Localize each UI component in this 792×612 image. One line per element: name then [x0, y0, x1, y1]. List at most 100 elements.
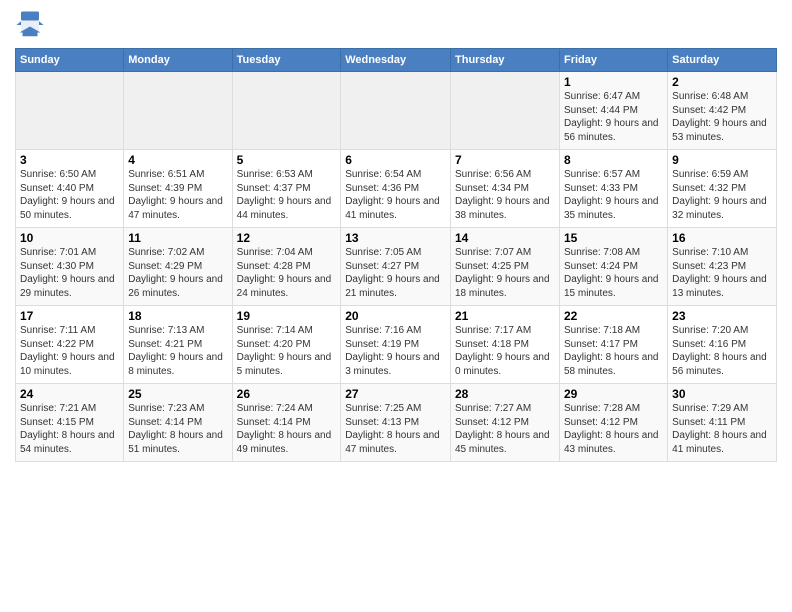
day-info: Sunrise: 7:13 AM Sunset: 4:21 PM Dayligh…: [128, 324, 227, 378]
page-container: SundayMondayTuesdayWednesdayThursdayFrid…: [0, 0, 792, 467]
calendar-cell: [16, 72, 124, 150]
week-row: 1Sunrise: 6:47 AM Sunset: 4:44 PM Daylig…: [16, 72, 777, 150]
header: [15, 10, 777, 40]
calendar-cell: 21Sunrise: 7:17 AM Sunset: 4:18 PM Dayli…: [451, 306, 560, 384]
day-info: Sunrise: 7:16 AM Sunset: 4:19 PM Dayligh…: [345, 324, 446, 378]
day-number: 2: [672, 75, 772, 89]
day-info: Sunrise: 6:54 AM Sunset: 4:36 PM Dayligh…: [345, 168, 446, 222]
header-row: SundayMondayTuesdayWednesdayThursdayFrid…: [16, 49, 777, 72]
day-info: Sunrise: 6:50 AM Sunset: 4:40 PM Dayligh…: [20, 168, 119, 222]
day-info: Sunrise: 6:47 AM Sunset: 4:44 PM Dayligh…: [564, 90, 663, 144]
day-number: 28: [455, 387, 555, 401]
day-number: 19: [237, 309, 337, 323]
day-info: Sunrise: 7:25 AM Sunset: 4:13 PM Dayligh…: [345, 402, 446, 456]
day-info: Sunrise: 7:04 AM Sunset: 4:28 PM Dayligh…: [237, 246, 337, 300]
calendar-cell: 12Sunrise: 7:04 AM Sunset: 4:28 PM Dayli…: [232, 228, 341, 306]
day-info: Sunrise: 7:08 AM Sunset: 4:24 PM Dayligh…: [564, 246, 663, 300]
day-number: 17: [20, 309, 119, 323]
header-day-thursday: Thursday: [451, 49, 560, 72]
calendar-cell: 10Sunrise: 7:01 AM Sunset: 4:30 PM Dayli…: [16, 228, 124, 306]
calendar-cell: 6Sunrise: 6:54 AM Sunset: 4:36 PM Daylig…: [341, 150, 451, 228]
calendar-cell: 28Sunrise: 7:27 AM Sunset: 4:12 PM Dayli…: [451, 384, 560, 462]
calendar-cell: 20Sunrise: 7:16 AM Sunset: 4:19 PM Dayli…: [341, 306, 451, 384]
day-info: Sunrise: 6:48 AM Sunset: 4:42 PM Dayligh…: [672, 90, 772, 144]
week-row: 10Sunrise: 7:01 AM Sunset: 4:30 PM Dayli…: [16, 228, 777, 306]
header-day-sunday: Sunday: [16, 49, 124, 72]
day-info: Sunrise: 7:01 AM Sunset: 4:30 PM Dayligh…: [20, 246, 119, 300]
calendar-cell: 3Sunrise: 6:50 AM Sunset: 4:40 PM Daylig…: [16, 150, 124, 228]
day-number: 13: [345, 231, 446, 245]
day-info: Sunrise: 7:07 AM Sunset: 4:25 PM Dayligh…: [455, 246, 555, 300]
day-number: 8: [564, 153, 663, 167]
calendar-cell: 16Sunrise: 7:10 AM Sunset: 4:23 PM Dayli…: [668, 228, 777, 306]
header-day-tuesday: Tuesday: [232, 49, 341, 72]
day-info: Sunrise: 7:11 AM Sunset: 4:22 PM Dayligh…: [20, 324, 119, 378]
week-row: 3Sunrise: 6:50 AM Sunset: 4:40 PM Daylig…: [16, 150, 777, 228]
day-number: 16: [672, 231, 772, 245]
day-number: 30: [672, 387, 772, 401]
day-number: 11: [128, 231, 227, 245]
day-info: Sunrise: 7:05 AM Sunset: 4:27 PM Dayligh…: [345, 246, 446, 300]
logo: [15, 10, 49, 40]
calendar-cell: 22Sunrise: 7:18 AM Sunset: 4:17 PM Dayli…: [559, 306, 667, 384]
calendar-cell: 11Sunrise: 7:02 AM Sunset: 4:29 PM Dayli…: [124, 228, 232, 306]
day-number: 1: [564, 75, 663, 89]
day-number: 23: [672, 309, 772, 323]
header-day-wednesday: Wednesday: [341, 49, 451, 72]
day-info: Sunrise: 7:14 AM Sunset: 4:20 PM Dayligh…: [237, 324, 337, 378]
day-number: 29: [564, 387, 663, 401]
day-number: 5: [237, 153, 337, 167]
calendar-cell: 17Sunrise: 7:11 AM Sunset: 4:22 PM Dayli…: [16, 306, 124, 384]
day-info: Sunrise: 7:02 AM Sunset: 4:29 PM Dayligh…: [128, 246, 227, 300]
calendar-cell: 7Sunrise: 6:56 AM Sunset: 4:34 PM Daylig…: [451, 150, 560, 228]
week-row: 17Sunrise: 7:11 AM Sunset: 4:22 PM Dayli…: [16, 306, 777, 384]
calendar-cell: 30Sunrise: 7:29 AM Sunset: 4:11 PM Dayli…: [668, 384, 777, 462]
calendar-cell: 26Sunrise: 7:24 AM Sunset: 4:14 PM Dayli…: [232, 384, 341, 462]
calendar-cell: 8Sunrise: 6:57 AM Sunset: 4:33 PM Daylig…: [559, 150, 667, 228]
day-number: 7: [455, 153, 555, 167]
calendar-table: SundayMondayTuesdayWednesdayThursdayFrid…: [15, 48, 777, 462]
day-info: Sunrise: 6:51 AM Sunset: 4:39 PM Dayligh…: [128, 168, 227, 222]
calendar-cell: 25Sunrise: 7:23 AM Sunset: 4:14 PM Dayli…: [124, 384, 232, 462]
calendar-cell: 14Sunrise: 7:07 AM Sunset: 4:25 PM Dayli…: [451, 228, 560, 306]
day-info: Sunrise: 6:53 AM Sunset: 4:37 PM Dayligh…: [237, 168, 337, 222]
day-number: 22: [564, 309, 663, 323]
calendar-cell: 2Sunrise: 6:48 AM Sunset: 4:42 PM Daylig…: [668, 72, 777, 150]
day-info: Sunrise: 6:59 AM Sunset: 4:32 PM Dayligh…: [672, 168, 772, 222]
day-number: 12: [237, 231, 337, 245]
day-number: 4: [128, 153, 227, 167]
day-number: 15: [564, 231, 663, 245]
day-info: Sunrise: 6:57 AM Sunset: 4:33 PM Dayligh…: [564, 168, 663, 222]
day-number: 14: [455, 231, 555, 245]
header-day-saturday: Saturday: [668, 49, 777, 72]
calendar-cell: 24Sunrise: 7:21 AM Sunset: 4:15 PM Dayli…: [16, 384, 124, 462]
calendar-cell: 1Sunrise: 6:47 AM Sunset: 4:44 PM Daylig…: [559, 72, 667, 150]
logo-icon: [15, 10, 45, 40]
day-number: 21: [455, 309, 555, 323]
day-info: Sunrise: 7:24 AM Sunset: 4:14 PM Dayligh…: [237, 402, 337, 456]
calendar-cell: 5Sunrise: 6:53 AM Sunset: 4:37 PM Daylig…: [232, 150, 341, 228]
day-info: Sunrise: 7:28 AM Sunset: 4:12 PM Dayligh…: [564, 402, 663, 456]
day-info: Sunrise: 7:17 AM Sunset: 4:18 PM Dayligh…: [455, 324, 555, 378]
day-info: Sunrise: 7:27 AM Sunset: 4:12 PM Dayligh…: [455, 402, 555, 456]
day-info: Sunrise: 7:18 AM Sunset: 4:17 PM Dayligh…: [564, 324, 663, 378]
day-info: Sunrise: 7:21 AM Sunset: 4:15 PM Dayligh…: [20, 402, 119, 456]
calendar-cell: 27Sunrise: 7:25 AM Sunset: 4:13 PM Dayli…: [341, 384, 451, 462]
calendar-cell: 29Sunrise: 7:28 AM Sunset: 4:12 PM Dayli…: [559, 384, 667, 462]
calendar-cell: 18Sunrise: 7:13 AM Sunset: 4:21 PM Dayli…: [124, 306, 232, 384]
header-day-monday: Monday: [124, 49, 232, 72]
calendar-cell: 19Sunrise: 7:14 AM Sunset: 4:20 PM Dayli…: [232, 306, 341, 384]
day-number: 20: [345, 309, 446, 323]
week-row: 24Sunrise: 7:21 AM Sunset: 4:15 PM Dayli…: [16, 384, 777, 462]
day-number: 26: [237, 387, 337, 401]
calendar-cell: 4Sunrise: 6:51 AM Sunset: 4:39 PM Daylig…: [124, 150, 232, 228]
day-number: 18: [128, 309, 227, 323]
calendar-cell: 15Sunrise: 7:08 AM Sunset: 4:24 PM Dayli…: [559, 228, 667, 306]
calendar-cell: 13Sunrise: 7:05 AM Sunset: 4:27 PM Dayli…: [341, 228, 451, 306]
day-info: Sunrise: 7:10 AM Sunset: 4:23 PM Dayligh…: [672, 246, 772, 300]
calendar-cell: 9Sunrise: 6:59 AM Sunset: 4:32 PM Daylig…: [668, 150, 777, 228]
day-number: 25: [128, 387, 227, 401]
calendar-cell: [451, 72, 560, 150]
day-info: Sunrise: 6:56 AM Sunset: 4:34 PM Dayligh…: [455, 168, 555, 222]
day-number: 24: [20, 387, 119, 401]
